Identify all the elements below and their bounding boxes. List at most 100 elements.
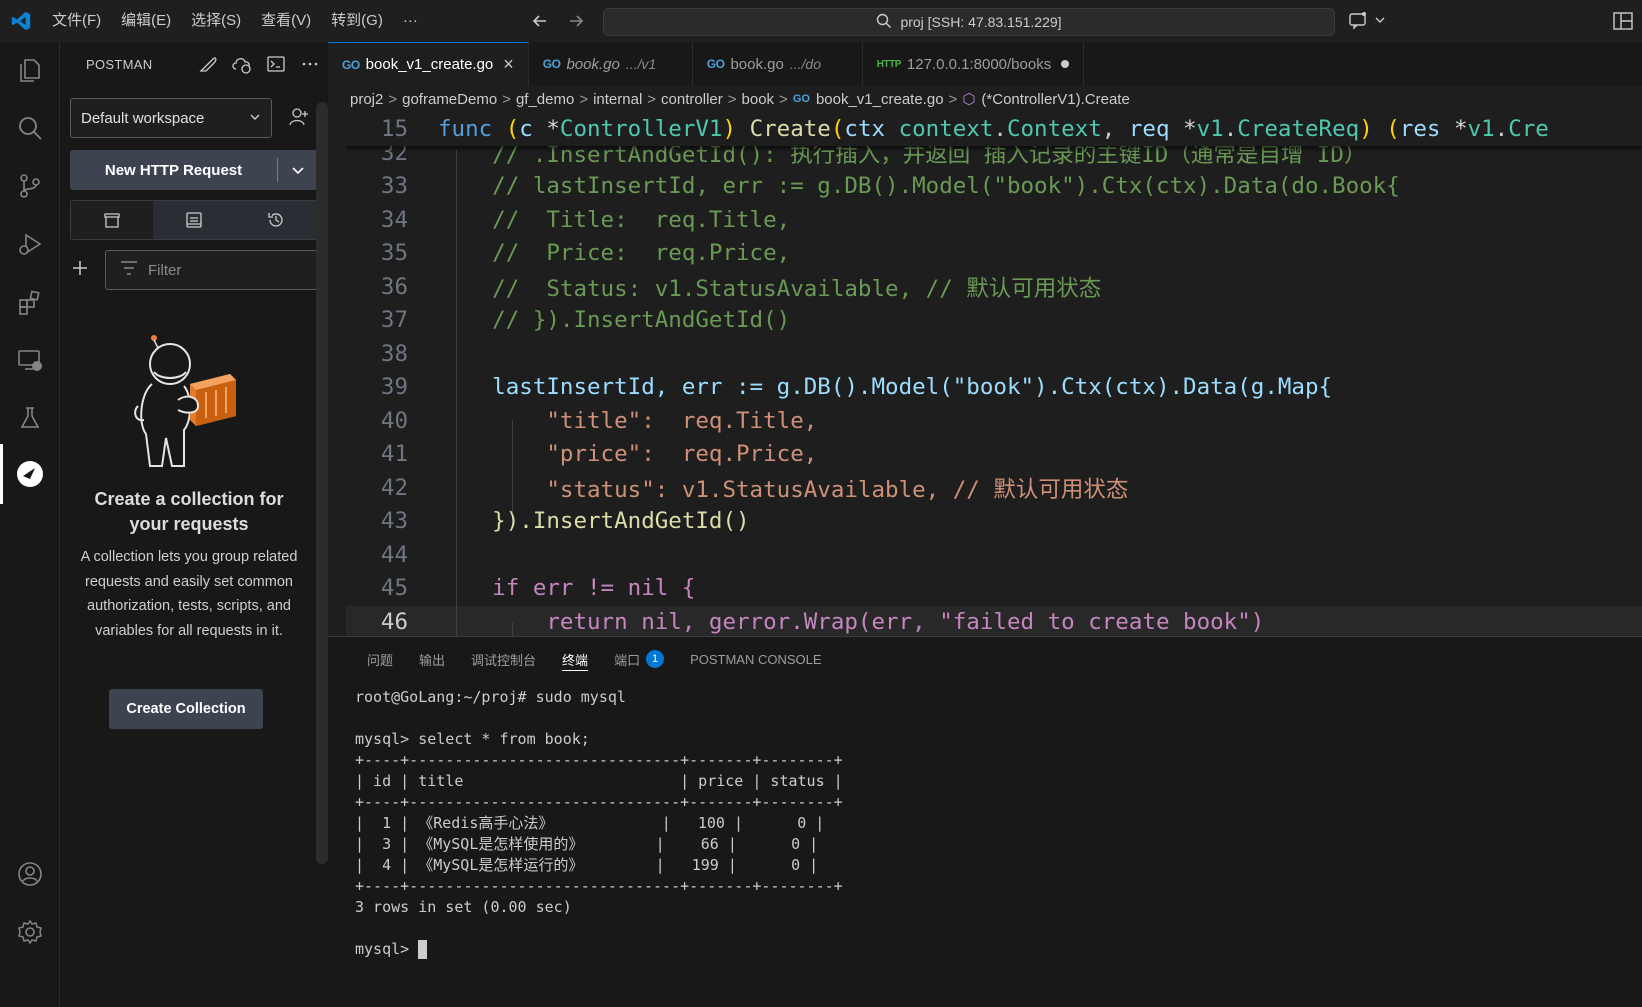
code-line[interactable]: 44 bbox=[346, 538, 1642, 572]
code-text: // Price: req.Price, bbox=[438, 240, 791, 267]
breadcrumb-item[interactable]: internal bbox=[593, 91, 642, 108]
code-text: // lastInsertId, err := g.DB().Model("bo… bbox=[438, 173, 1400, 200]
collections-tab[interactable] bbox=[71, 201, 153, 239]
environment-icon bbox=[186, 212, 202, 228]
tab-output[interactable]: 输出 bbox=[406, 637, 458, 681]
panel-tabs: 问题 输出 调试控制台 终端 端口 1 POSTMAN CONSOLE bbox=[328, 637, 1642, 681]
filter-placeholder: Filter bbox=[148, 261, 182, 279]
new-http-request-label: New HTTP Request bbox=[104, 161, 243, 179]
tab-debug-console[interactable]: 调试控制台 bbox=[458, 637, 549, 681]
code-line[interactable]: 34 // Title: req.Title, bbox=[346, 203, 1642, 237]
code-text: "price": req.Price, bbox=[438, 441, 818, 468]
tab-label: book_v1_create.go bbox=[365, 56, 494, 73]
menu-more[interactable]: ··· bbox=[393, 0, 428, 42]
menu-file[interactable]: 文件(F) bbox=[42, 0, 111, 42]
chevron-right-icon: > bbox=[502, 90, 511, 108]
code-text: func (c *ControllerV1) Create(ctx contex… bbox=[438, 115, 1549, 142]
search-icon bbox=[876, 13, 892, 32]
create-collection-button[interactable]: Create Collection bbox=[109, 689, 263, 729]
forward-arrow-icon[interactable] bbox=[564, 9, 588, 33]
code-line[interactable]: 41 "price": req.Price, bbox=[346, 438, 1642, 472]
console-icon[interactable] bbox=[264, 52, 288, 76]
remote-explorer-icon[interactable] bbox=[12, 342, 48, 378]
menu-go[interactable]: 转到(G) bbox=[321, 0, 393, 42]
breadcrumb-item[interactable]: gf_demo bbox=[516, 91, 574, 108]
tab-ports[interactable]: 端口 1 bbox=[601, 637, 677, 681]
tab-book-go-do[interactable]: GO book.go .../do bbox=[692, 42, 863, 86]
tab-book-v1-create[interactable]: GO book_v1_create.go × bbox=[328, 42, 529, 86]
feather-icon[interactable] bbox=[196, 52, 220, 76]
terminal-line: | id | title | price | status | bbox=[355, 772, 843, 790]
new-http-request-button[interactable]: New HTTP Request bbox=[70, 150, 318, 190]
source-control-icon[interactable] bbox=[12, 168, 48, 204]
menu-edit[interactable]: 编辑(E) bbox=[111, 0, 181, 42]
command-center-search[interactable]: proj [SSH: 47.83.151.229] bbox=[603, 8, 1335, 36]
explorer-icon[interactable] bbox=[12, 52, 48, 88]
code-line[interactable]: 40 "title": req.Title, bbox=[346, 404, 1642, 438]
extensions-icon[interactable] bbox=[12, 284, 48, 320]
tab-book-go-v1[interactable]: GO book.go .../v1 bbox=[528, 42, 693, 86]
postman-sidebar: POSTMAN Default workspace New HTTP Reque… bbox=[60, 42, 328, 1007]
run-debug-icon[interactable] bbox=[12, 226, 48, 262]
code-line[interactable]: 37 // }).InsertAndGetId() bbox=[346, 304, 1642, 338]
code-line[interactable]: 35 // Price: req.Price, bbox=[346, 237, 1642, 271]
copilot-chat-icon[interactable] bbox=[1348, 10, 1370, 35]
bottom-panel: 问题 输出 调试控制台 终端 端口 1 POSTMAN CONSOLE root… bbox=[328, 636, 1642, 1007]
code-line[interactable]: 36 // Status: v1.StatusAvailable, // 默认可… bbox=[346, 270, 1642, 304]
code-line[interactable]: 39 lastInsertId, err := g.DB().Model("bo… bbox=[346, 371, 1642, 405]
breadcrumb-item[interactable]: (*ControllerV1).Create bbox=[981, 91, 1129, 108]
line-number: 35 bbox=[380, 240, 408, 267]
code-line[interactable]: 33 // lastInsertId, err := g.DB().Model(… bbox=[346, 170, 1642, 204]
environments-tab[interactable] bbox=[153, 201, 235, 239]
add-collection-icon[interactable] bbox=[70, 258, 94, 282]
account-icon[interactable] bbox=[12, 856, 48, 892]
code-line[interactable]: 45 if err != nil { bbox=[346, 572, 1642, 606]
breadcrumb-item[interactable]: book bbox=[742, 91, 775, 108]
layout-toggle-icon[interactable] bbox=[1612, 10, 1636, 34]
menu-selection[interactable]: 选择(S) bbox=[181, 0, 251, 42]
tab-label: 127.0.0.1:8000/books bbox=[906, 55, 1052, 73]
back-arrow-icon[interactable] bbox=[528, 9, 552, 33]
line-number: 39 bbox=[380, 374, 408, 401]
line-number: 34 bbox=[380, 206, 408, 233]
code-line[interactable]: 42 "status": v1.StatusAvailable, // 默认可用… bbox=[346, 471, 1642, 505]
menu-view[interactable]: 查看(V) bbox=[251, 0, 321, 42]
add-user-icon[interactable] bbox=[288, 106, 312, 130]
tab-http-books[interactable]: HTTP 127.0.0.1:8000/books bbox=[862, 42, 1085, 86]
close-icon[interactable]: × bbox=[503, 54, 514, 75]
tab-problems[interactable]: 问题 bbox=[354, 637, 406, 681]
tab-terminal[interactable]: 终端 bbox=[549, 637, 601, 681]
breadcrumb-item[interactable]: proj2 bbox=[350, 91, 383, 108]
gear-icon[interactable] bbox=[12, 914, 48, 950]
workspace-select[interactable]: Default workspace bbox=[70, 98, 272, 138]
history-tab[interactable] bbox=[235, 201, 317, 239]
sticky-scroll-line[interactable]: 15 func (c *ControllerV1) Create(ctx con… bbox=[346, 112, 1642, 146]
code-line[interactable]: 43 }).InsertAndGetId() bbox=[346, 505, 1642, 539]
chevron-down-icon[interactable] bbox=[1374, 13, 1386, 31]
line-number: 33 bbox=[380, 173, 408, 200]
breadcrumb-item[interactable]: book_v1_create.go bbox=[816, 91, 944, 108]
code-line[interactable]: 38 bbox=[346, 337, 1642, 371]
sidebar-scrollbar[interactable] bbox=[316, 102, 328, 864]
empty-state-title: Create a collection for your requests bbox=[94, 489, 284, 534]
breadcrumb-item[interactable]: controller bbox=[661, 91, 723, 108]
cloud-sync-icon[interactable] bbox=[230, 52, 254, 76]
sidebar-title: POSTMAN bbox=[86, 56, 153, 72]
postman-icon[interactable] bbox=[12, 456, 48, 492]
tab-postman-console[interactable]: POSTMAN CONSOLE bbox=[677, 637, 834, 681]
more-icon[interactable] bbox=[298, 52, 322, 76]
search-icon[interactable] bbox=[12, 110, 48, 146]
testing-icon[interactable] bbox=[12, 400, 48, 436]
terminal-cursor bbox=[418, 940, 428, 959]
chevron-down-icon[interactable] bbox=[278, 150, 318, 190]
line-number: 43 bbox=[380, 508, 408, 535]
history-icon bbox=[268, 213, 283, 227]
terminal-output[interactable]: root@GoLang:~/proj# sudo mysql mysql> se… bbox=[355, 687, 1635, 960]
line-number: 40 bbox=[380, 407, 408, 434]
tab-ports-label: 端口 bbox=[614, 652, 641, 668]
filter-input[interactable]: Filter bbox=[105, 250, 318, 290]
code-line-current[interactable]: 46 return nil, gerror.Wrap(err, "failed … bbox=[346, 605, 1642, 639]
breadcrumb-item[interactable]: goframeDemo bbox=[402, 91, 497, 108]
code-editor[interactable]: 15 func (c *ControllerV1) Create(ctx con… bbox=[346, 112, 1642, 710]
terminal-line: | 4 | 《MySQL是怎样运行的》 | 199 | 0 | bbox=[355, 856, 819, 874]
